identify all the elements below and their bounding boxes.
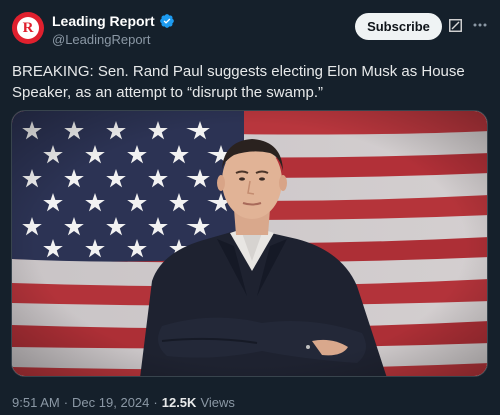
verified-badge-icon <box>159 14 174 28</box>
meta-separator-2: · <box>153 395 158 410</box>
author-name-row[interactable]: Leading Report <box>52 13 175 29</box>
more-icon[interactable] <box>471 17 489 33</box>
subscribe-button[interactable]: Subscribe <box>355 13 442 40</box>
author-handle[interactable]: @LeadingReport <box>52 32 150 47</box>
views-label: Views <box>200 395 235 410</box>
display-name[interactable]: Leading Report <box>52 13 155 29</box>
grok-icon[interactable] <box>449 19 462 32</box>
tweet-meta: 9:51 AM · Dec 19, 2024 · 12.5K Views <box>12 395 235 410</box>
views-count[interactable]: 12.5K <box>162 395 197 410</box>
avatar[interactable]: R <box>12 12 44 44</box>
tweet-text: BREAKING: Sen. Rand Paul suggests electi… <box>12 63 465 101</box>
flag-portrait-image <box>12 111 487 376</box>
avatar-logo: R <box>17 17 39 39</box>
meta-separator: · <box>63 395 69 410</box>
tweet-time[interactable]: 9:51 AM <box>12 395 60 410</box>
tweet-photo[interactable] <box>11 110 488 377</box>
tweet-date[interactable]: Dec 19, 2024 <box>72 395 149 410</box>
